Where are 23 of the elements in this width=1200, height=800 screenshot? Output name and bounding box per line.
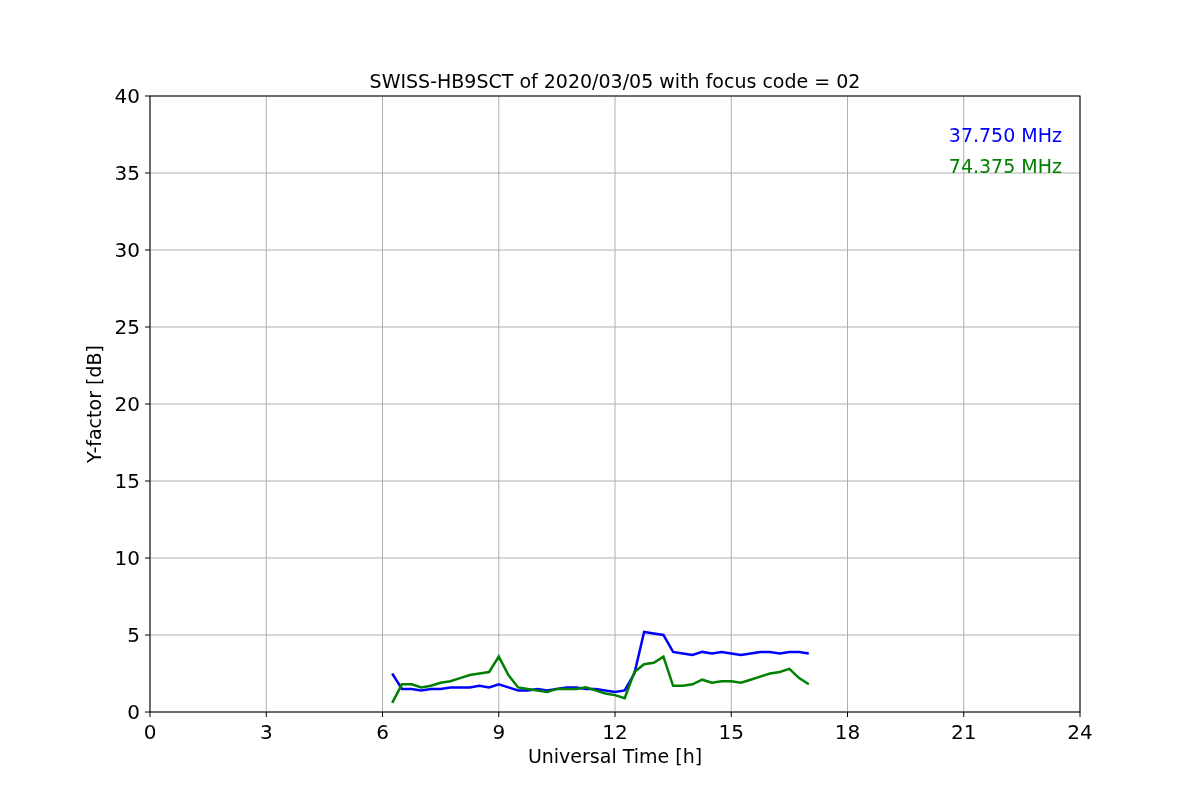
- tick-label: 5: [127, 623, 140, 647]
- legend-label: 74.375 MHz: [948, 155, 1062, 177]
- tick-label: 18: [834, 720, 861, 744]
- tick-label: 0: [143, 720, 157, 744]
- tick-label: 15: [114, 469, 140, 493]
- tick-label: 15: [718, 720, 744, 744]
- tick-label: 35: [114, 161, 140, 185]
- tick-label: 0: [127, 700, 140, 724]
- legend-label: 37.750 MHz: [948, 124, 1062, 146]
- tick-label: 40: [114, 84, 140, 108]
- axis-label: Universal Time [h]: [527, 745, 703, 767]
- tick-label: 30: [114, 238, 140, 262]
- tick-label: 25: [114, 315, 140, 339]
- tick-label: 20: [114, 392, 140, 416]
- axis-label: Y-factor [dB]: [83, 345, 105, 463]
- tick-label: 9: [492, 720, 506, 744]
- tick-label: 24: [1067, 720, 1093, 744]
- tick-label: 12: [602, 720, 628, 744]
- tick-label: 10: [114, 546, 140, 570]
- tick-label: 6: [376, 720, 389, 744]
- chart-title: SWISS-HB9SCT of 2020/03/05 with focus code = 02: [369, 70, 861, 92]
- tick-label: 21: [951, 720, 977, 744]
- tick-label: 3: [259, 720, 273, 744]
